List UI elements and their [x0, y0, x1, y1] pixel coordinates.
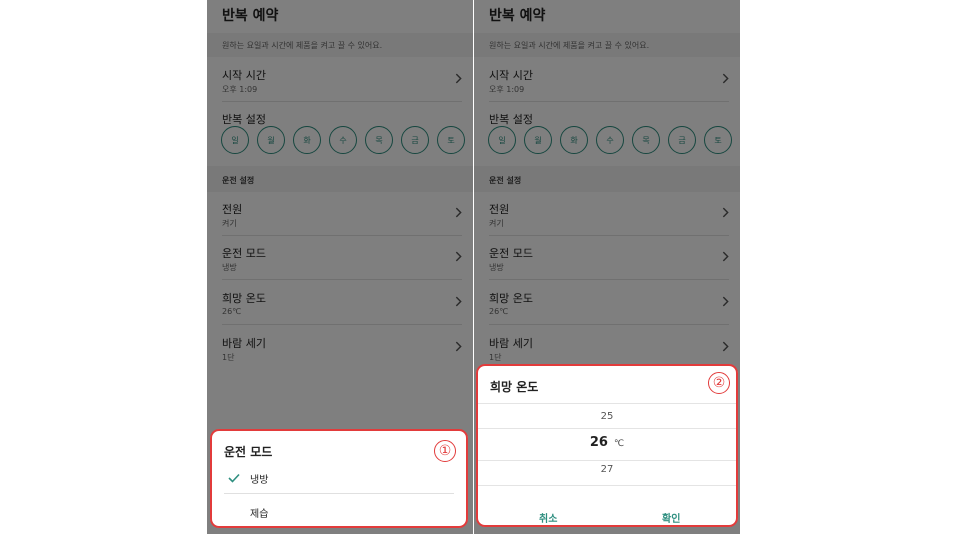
- callout-marker-2: ②: [708, 372, 730, 394]
- callout-marker-1: ①: [434, 440, 456, 462]
- highlight-frame-1: [210, 429, 468, 528]
- screen-left: 반복 예약 원하는 요일과 시간에 제품을 켜고 끌 수 있어요. 시작 시간 …: [207, 0, 473, 534]
- highlight-frame-2: [476, 364, 738, 527]
- screen-right: 반복 예약 원하는 요일과 시간에 제품을 켜고 끌 수 있어요. 시작 시간 …: [474, 0, 740, 534]
